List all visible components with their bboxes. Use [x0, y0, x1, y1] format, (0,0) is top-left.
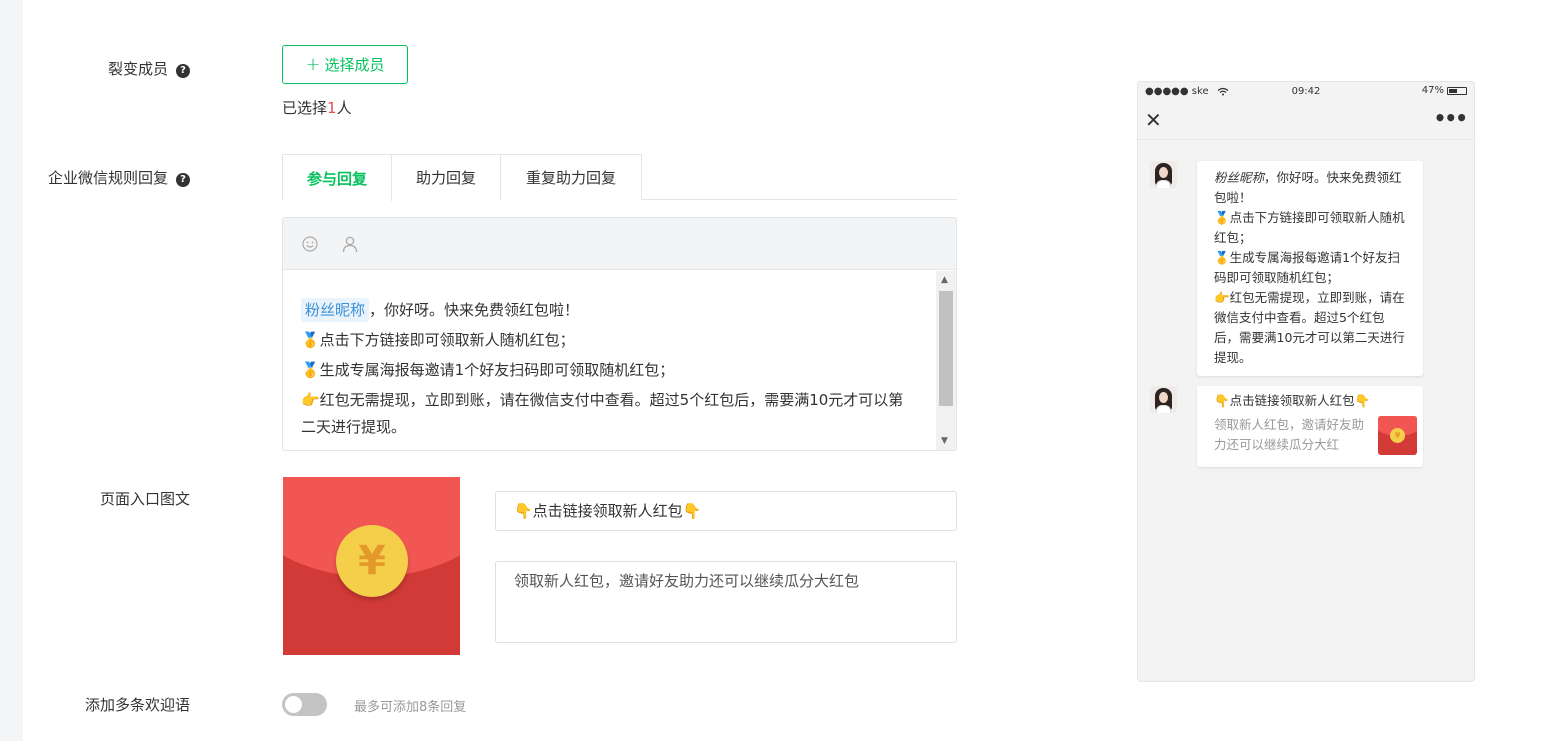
phone-preview: ●●●●● ske 09:42 47% ✕ ••• 粉丝昵称，你好呀。快来免费领…	[1137, 81, 1475, 682]
link-card-thumbnail: ¥	[1378, 416, 1417, 455]
preview-line-4: 👉红包无需提现，立即到账，请在微信支付中查看。超过5个红包后，需要满10元才可以…	[1214, 290, 1405, 365]
yuan-coin-icon: ¥	[336, 525, 408, 597]
tab-join-reply[interactable]: 参与回复	[282, 154, 392, 201]
rules-label-text: 企业微信规则回复	[47, 169, 168, 187]
link-card-bubble[interactable]: 👇点击链接领取新人红包👇 领取新人红包，邀请好友助力还可以继续瓜分大红 ¥	[1197, 386, 1423, 467]
avatar	[1150, 161, 1177, 188]
entry-desc-textarea[interactable]: 领取新人红包，邀请好友助力还可以继续瓜分大红包	[495, 561, 957, 643]
editor-line-1-text: ，你好呀。快来免费领红包啦！	[369, 301, 580, 319]
status-bar: ●●●●● ske 09:42 47%	[1138, 82, 1474, 100]
tab-assist-reply[interactable]: 助力回复	[391, 154, 501, 200]
members-label: 裂变成员?	[0, 58, 190, 79]
help-icon[interactable]: ?	[176, 64, 190, 78]
selected-suffix: 人	[336, 99, 352, 117]
preview-line-3: 🥇生成专属海报每邀请1个好友扫码即可领取随机红包；	[1214, 250, 1401, 285]
welcome-hint: 最多可添加8条回复	[354, 700, 467, 715]
reply-editor[interactable]: 粉丝昵称 ，你好呀。快来免费领红包啦！ 🥇点击下方链接即可领取新人随机红包； 🥇生…	[282, 217, 957, 451]
tab-repeat-assist-reply[interactable]: 重复助力回复	[500, 154, 642, 200]
avatar	[1150, 386, 1177, 413]
battery-percent: 47%	[1421, 85, 1444, 96]
editor-toolbar	[283, 218, 956, 270]
editor-content[interactable]: 粉丝昵称 ，你好呀。快来免费领红包啦！ 🥇点击下方链接即可领取新人随机红包； 🥇生…	[283, 271, 936, 450]
select-members-button[interactable]: + 选择成员	[282, 45, 408, 84]
link-card-desc: 领取新人红包，邀请好友助力还可以继续瓜分大红	[1214, 417, 1365, 452]
welcome-label: 添加多条欢迎语	[84, 696, 190, 714]
yuan-coin-icon: ¥	[1390, 428, 1405, 443]
rules-label: 企业微信规则回复?	[0, 167, 190, 188]
scrollbar-thumb[interactable]	[939, 291, 953, 406]
plus-icon: +	[305, 54, 321, 75]
editor-line-4: 👉红包无需提现，立即到账，请在微信支付中查看。超过5个红包后，需要满10元才可以…	[301, 391, 904, 436]
smile-icon[interactable]	[301, 235, 319, 253]
entry-cover-image[interactable]: ¥	[283, 477, 460, 655]
toggle-knob	[285, 696, 302, 713]
nickname-tag[interactable]: 粉丝昵称	[301, 298, 370, 322]
selected-count-text: 已选择1人	[282, 97, 352, 118]
close-icon[interactable]: ✕	[1145, 108, 1162, 132]
battery-icon	[1447, 86, 1467, 95]
preview-line-2: 🥇点击下方链接即可领取新人随机红包；	[1214, 210, 1405, 245]
selected-count-number: 1	[327, 99, 337, 117]
editor-line-2: 🥇点击下方链接即可领取新人随机红包；	[301, 331, 575, 349]
left-sidebar-strip	[0, 0, 23, 741]
reply-tabs: 参与回复 助力回复 重复助力回复	[282, 154, 957, 201]
help-icon[interactable]: ?	[176, 173, 190, 187]
link-card-title: 👇点击链接领取新人红包👇	[1214, 393, 1371, 408]
select-members-label: 选择成员	[324, 56, 385, 74]
scroll-up-icon[interactable]: ▲	[941, 275, 948, 285]
battery-indicator: 47%	[1422, 85, 1467, 96]
members-label-text: 裂变成员	[107, 60, 168, 78]
preview-navbar: ✕ •••	[1138, 100, 1474, 140]
preview-nickname: 粉丝昵称	[1214, 170, 1265, 185]
more-icon[interactable]: •••	[1434, 106, 1468, 130]
editor-scrollbar[interactable]: ▲ ▼	[936, 271, 956, 450]
scroll-down-icon[interactable]: ▼	[941, 436, 948, 446]
entry-label: 页面入口图文	[99, 490, 190, 508]
user-icon[interactable]	[341, 235, 359, 253]
entry-title-input[interactable]: 👇点击链接领取新人红包👇	[495, 491, 957, 531]
selected-prefix: 已选择	[282, 99, 328, 117]
editor-line-3: 🥇生成专属海报每邀请1个好友扫码即可领取随机红包；	[301, 361, 675, 379]
editor-line-1: 粉丝昵称 ，你好呀。快来免费领红包啦！	[301, 295, 918, 325]
welcome-toggle[interactable]	[282, 693, 327, 716]
message-bubble-1: 粉丝昵称，你好呀。快来免费领红包啦！ 🥇点击下方链接即可领取新人随机红包； 🥇生…	[1197, 161, 1423, 376]
